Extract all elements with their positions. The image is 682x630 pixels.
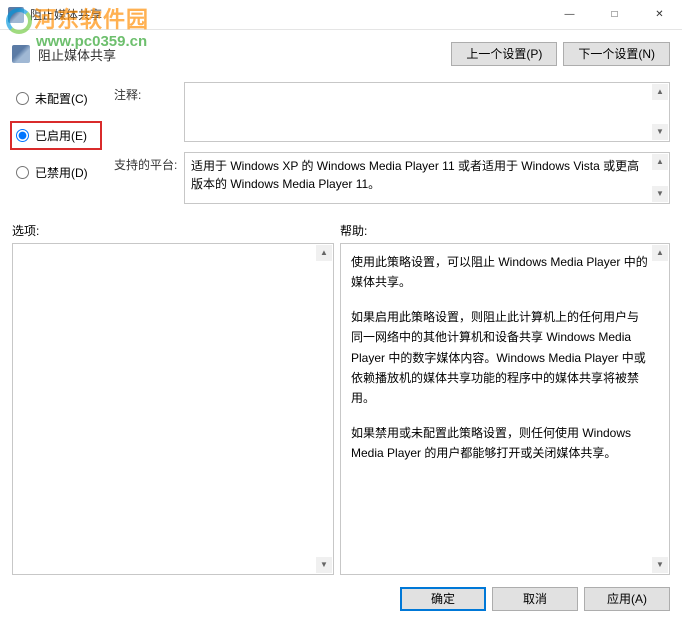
window-controls: — □ ✕ [547,0,682,29]
platform-label: 支持的平台: [114,152,184,204]
scroll-down-icon[interactable]: ▼ [316,557,332,573]
help-paragraph: 如果启用此策略设置，则阻止此计算机上的任何用户与同一网络中的其他计算机和设备共享… [351,307,649,409]
minimize-button[interactable]: — [547,0,592,29]
platform-value: 适用于 Windows XP 的 Windows Media Player 11… [191,159,639,191]
scroll-down-icon[interactable]: ▼ [652,186,668,202]
cancel-button[interactable]: 取消 [492,587,578,611]
radio-not-configured-input[interactable] [16,92,29,105]
scroll-up-icon[interactable]: ▲ [316,245,332,261]
scroll-down-icon[interactable]: ▼ [652,124,668,140]
comment-row: 注释: ▲ ▼ [114,82,670,142]
header-row: 阻止媒体共享 上一个设置(P) 下一个设置(N) [0,30,682,82]
policy-icon [12,45,30,63]
state-radios: 未配置(C) 已启用(E) 已禁用(D) [12,82,102,214]
scroll-down-icon[interactable]: ▼ [652,557,668,573]
radio-not-configured[interactable]: 未配置(C) [12,88,102,109]
help-panel: 使用此策略设置，可以阻止 Windows Media Player 中的媒体共享… [340,243,670,575]
maximize-button[interactable]: □ [592,0,637,29]
apply-button[interactable]: 应用(A) [584,587,670,611]
options-panel: ▲ ▼ [12,243,334,575]
comment-label: 注释: [114,82,184,142]
scroll-up-icon[interactable]: ▲ [652,154,668,170]
help-paragraph: 使用此策略设置，可以阻止 Windows Media Player 中的媒体共享… [351,252,649,293]
right-fields: 注释: ▲ ▼ 支持的平台: 适用于 Windows XP 的 Windows … [102,82,670,214]
help-paragraph: 如果禁用或未配置此策略设置，则任何使用 Windows Media Player… [351,423,649,464]
platform-row: 支持的平台: 适用于 Windows XP 的 Windows Media Pl… [114,152,670,204]
radio-enabled-label: 已启用(E) [35,127,87,144]
footer: 确定 取消 应用(A) [0,575,682,623]
radio-disabled-label: 已禁用(D) [35,164,88,181]
scroll-up-icon[interactable]: ▲ [652,245,668,261]
nav-buttons: 上一个设置(P) 下一个设置(N) [451,42,670,66]
next-setting-button[interactable]: 下一个设置(N) [563,42,670,66]
title-bar: 阻止媒体共享 — □ ✕ [0,0,682,30]
close-button[interactable]: ✕ [637,0,682,29]
comment-box[interactable]: ▲ ▼ [184,82,670,142]
section-labels: 选项: 帮助: [0,214,682,243]
help-label: 帮助: [340,222,367,239]
radio-disabled[interactable]: 已禁用(D) [12,162,102,183]
prev-setting-button[interactable]: 上一个设置(P) [451,42,557,66]
platform-box: 适用于 Windows XP 的 Windows Media Player 11… [184,152,670,204]
radio-disabled-input[interactable] [16,166,29,179]
radio-not-configured-label: 未配置(C) [35,90,88,107]
scroll-up-icon[interactable]: ▲ [652,84,668,100]
options-label: 选项: [12,222,340,239]
window-title: 阻止媒体共享 [30,6,547,23]
radio-enabled[interactable]: 已启用(E) [10,121,102,150]
ok-button[interactable]: 确定 [400,587,486,611]
app-icon [8,7,24,23]
policy-title: 阻止媒体共享 [38,45,451,64]
radio-enabled-input[interactable] [16,129,29,142]
panels: ▲ ▼ 使用此策略设置，可以阻止 Windows Media Player 中的… [0,243,682,575]
config-area: 未配置(C) 已启用(E) 已禁用(D) 注释: ▲ ▼ 支持的平台: 适用于 … [0,82,682,214]
